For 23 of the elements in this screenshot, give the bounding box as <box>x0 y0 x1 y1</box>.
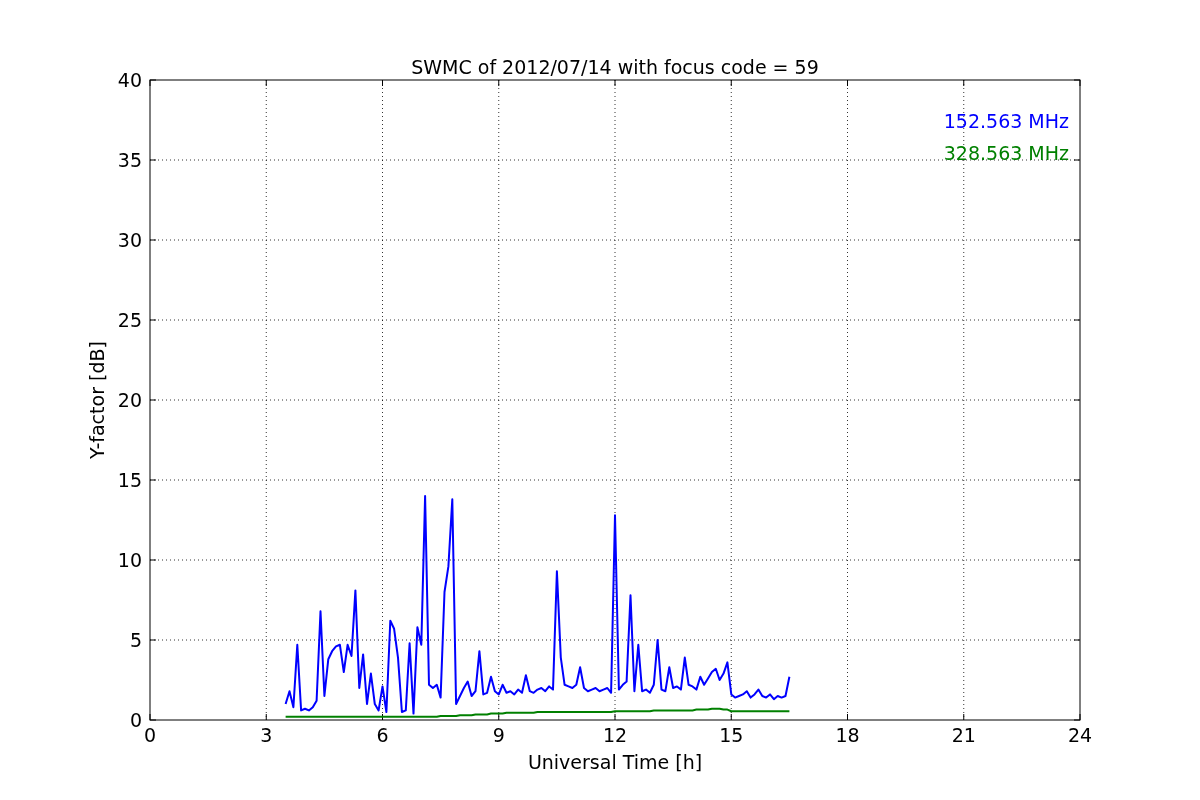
x-tick-label: 6 <box>376 724 389 746</box>
legend-label: 328.563 MHz <box>943 142 1069 164</box>
chart-title: SWMC of 2012/07/14 with focus code = 59 <box>411 56 819 78</box>
y-tick-label: 5 <box>129 629 142 651</box>
x-tick-label: 21 <box>951 724 976 746</box>
x-tick-label: 3 <box>260 724 273 746</box>
x-tick-label: 15 <box>719 724 744 746</box>
y-tick-label: 15 <box>117 469 142 491</box>
x-tick-label: 12 <box>602 724 628 746</box>
x-tick-label: 24 <box>1067 724 1093 746</box>
y-tick-label: 20 <box>117 389 142 411</box>
legend-label: 152.563 MHz <box>943 110 1069 132</box>
y-tick-label: 25 <box>117 309 142 331</box>
x-tick-label: 0 <box>143 724 157 746</box>
y-tick-label: 30 <box>117 229 142 251</box>
y-tick-label: 40 <box>117 69 142 91</box>
y-tick-label: 10 <box>117 549 142 571</box>
y-tick-label: 0 <box>129 709 142 731</box>
x-tick-label: 9 <box>492 724 505 746</box>
x-tick-label: 18 <box>835 724 860 746</box>
x-axis-label: Universal Time [h] <box>527 751 703 773</box>
y-axis-label: Y-factor [dB] <box>86 341 108 459</box>
y-tick-label: 35 <box>117 149 142 171</box>
